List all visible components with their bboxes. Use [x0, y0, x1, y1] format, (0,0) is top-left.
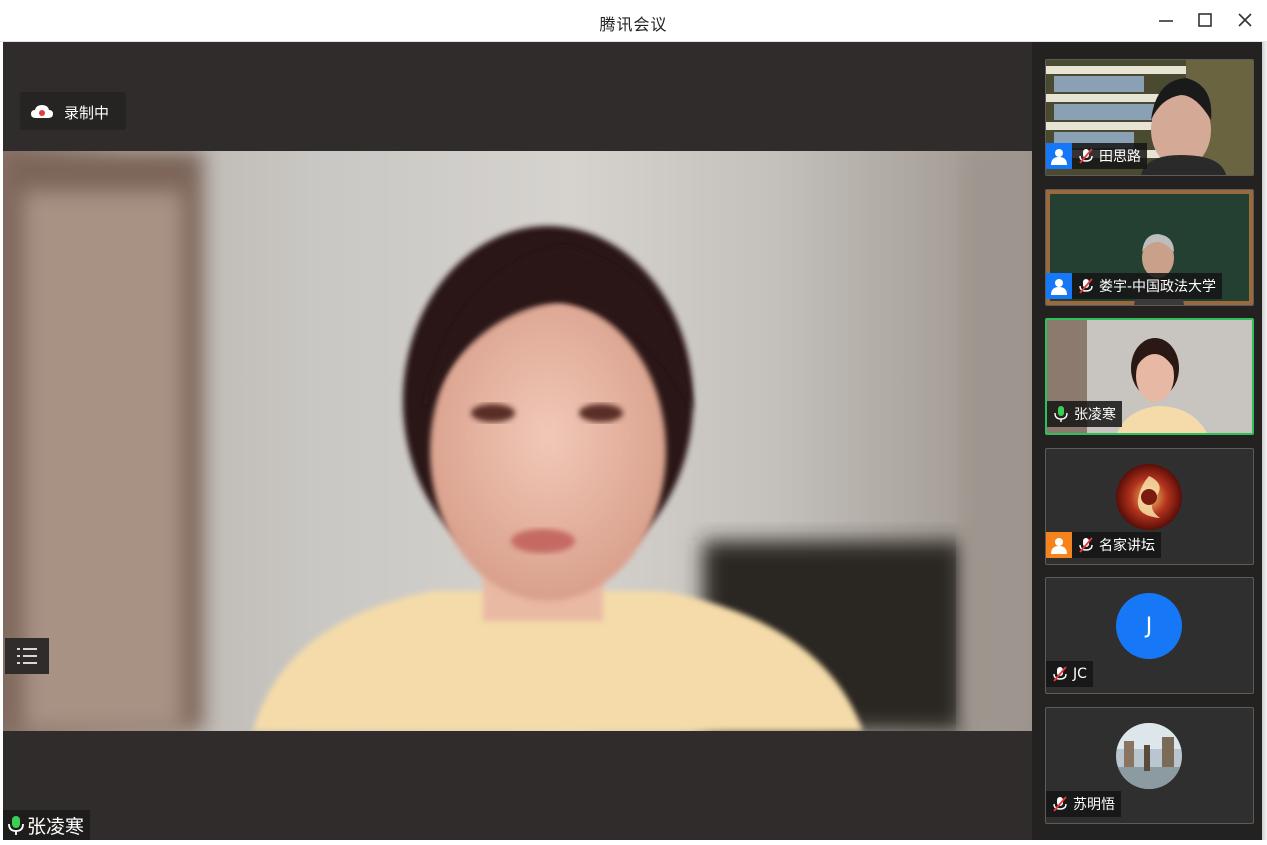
participant-name: JC	[1073, 666, 1087, 682]
close-button[interactable]	[1234, 9, 1256, 31]
participant-avatar	[1116, 464, 1182, 530]
initial-avatar: J	[1116, 593, 1182, 659]
minimize-icon	[1159, 20, 1173, 22]
main-video-feed[interactable]	[3, 151, 1032, 731]
participant-tile-speaking[interactable]: 张凌寒	[1045, 318, 1254, 435]
cloud-record-icon	[31, 105, 53, 118]
participant-tile[interactable]: 娄宇-中国政法大学	[1045, 189, 1254, 306]
speaker-video	[3, 151, 1032, 731]
mic-muted-icon	[1079, 278, 1093, 294]
maximize-icon	[1198, 13, 1212, 27]
participant-avatar: J	[1116, 593, 1182, 659]
participant-tile[interactable]: 田思路	[1045, 59, 1254, 176]
participant-name: 苏明悟	[1073, 797, 1115, 813]
title-bar: 腾讯会议	[0, 0, 1267, 42]
member-list-button[interactable]	[5, 638, 49, 674]
main-video-stage: 录制中 张凌寒	[3, 42, 1032, 840]
logo-avatar-icon	[1116, 464, 1182, 530]
participant-sidebar: 田思路 娄宇-中国政法大学 张凌寒 名家讲坛 J JC 苏明悟	[1032, 42, 1264, 840]
close-icon	[1238, 13, 1252, 27]
window-right-edge	[1262, 42, 1267, 840]
participant-avatar	[1116, 723, 1182, 789]
speaker-name-tag: 张凌寒	[3, 810, 91, 840]
meeting-window: 腾讯会议 录制中 张凌寒 田思路 娄宇-中国政法大学 张凌寒 名家讲坛 J JC…	[0, 0, 1267, 845]
participant-tile[interactable]: 名家讲坛	[1045, 448, 1254, 565]
participant-name: 名家讲坛	[1099, 538, 1155, 554]
mic-muted-icon	[1079, 148, 1093, 164]
user-icon	[1046, 532, 1072, 558]
mic-muted-icon	[1053, 666, 1067, 682]
mic-active-icon	[8, 816, 24, 835]
mic-muted-icon	[1053, 796, 1067, 812]
speaker-name: 张凌寒	[27, 815, 85, 838]
mic-muted-icon	[1079, 537, 1093, 553]
participant-name: 张凌寒	[1074, 407, 1116, 423]
participant-tile[interactable]: 苏明悟	[1045, 707, 1254, 824]
participant-name: 田思路	[1099, 149, 1141, 165]
recording-label: 录制中	[64, 104, 110, 122]
participant-tile[interactable]: J JC	[1045, 577, 1254, 694]
participant-name: 娄宇-中国政法大学	[1099, 279, 1217, 295]
recording-badge[interactable]: 录制中	[20, 92, 126, 130]
minimize-button[interactable]	[1155, 9, 1177, 31]
user-icon	[1046, 143, 1072, 169]
photo-avatar-icon	[1116, 723, 1182, 789]
user-icon	[1046, 273, 1072, 299]
list-icon	[17, 648, 37, 664]
maximize-button[interactable]	[1194, 9, 1216, 31]
window-title: 腾讯会议	[599, 15, 668, 34]
mic-active-icon	[1054, 406, 1068, 422]
